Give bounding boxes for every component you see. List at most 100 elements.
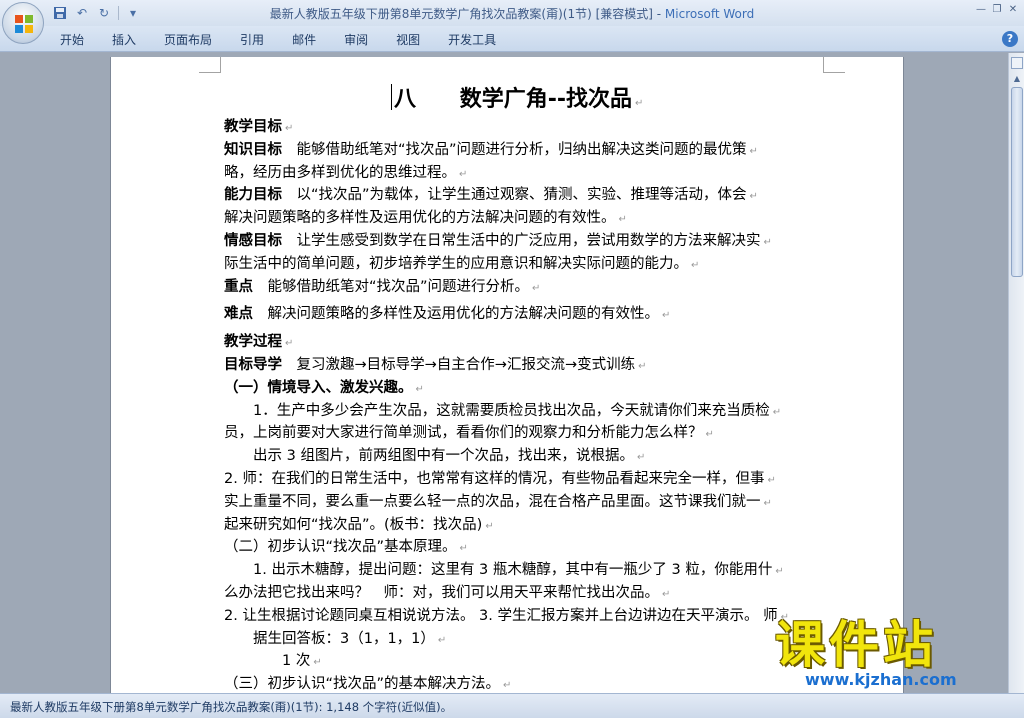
tab-references[interactable]: 引用 [226,31,278,49]
document-line: 难点 解决问题策略的多样性及运用优化的方法解决问题的有效性。 ↵ [224,304,824,327]
return-mark: ↵ [749,145,758,157]
return-mark: ↵ [767,474,776,486]
watermark-url: www.kjzhan.com [805,670,957,689]
document-line: 2. 让生根据讨论题同桌互相说说方法。 3. 学生汇报方案并上台边讲边在天平演示… [224,606,824,629]
bold-label: 能力目标 [224,187,282,204]
vertical-scrollbar[interactable]: ▲ [1008,53,1024,693]
bold-label: 目标导学 [224,356,282,373]
document-line: 员，上岗前要对大家进行简单测试，看看你们的观察力和分析能力怎么样？ ↵ [224,423,824,446]
return-mark: ↵ [772,406,782,418]
scroll-thumb[interactable] [1011,87,1023,277]
line-text: 出示 3 组图片，前两组图中有一个次品，找出来，说根据。 [224,448,634,465]
line-text: 起来研究如何“找次品”。(板书：找次品) [224,516,483,533]
line-text: 1 次 [224,653,311,670]
document-line: 目标导学 复习激趣→目标导学→自主合作→汇报交流→变式训练 ↵ [224,355,824,378]
document-line: 起来研究如何“找次品”。(板书：找次品) ↵ [224,515,824,538]
bold-label: 难点 [224,306,253,323]
document-line: 教学过程 ↵ [224,332,824,355]
line-text: 际生活中的简单问题，初步培养学生的应用意识和解决实际问题的能力。 [224,255,688,272]
view-ruler-icon[interactable] [1011,57,1023,69]
line-text: 能够借助纸笔对“找次品”问题进行分析。 [253,278,530,295]
return-mark: ↵ [437,634,447,646]
window-title: 最新人教版五年级下册第8单元数学广角找次品教案(甭)(1节) [兼容模式] - … [0,5,1024,22]
tab-home[interactable]: 开始 [46,31,98,49]
tab-page-layout[interactable]: 页面布局 [150,31,226,49]
ribbon-tabs: 开始 插入 页面布局 引用 邮件 审阅 视图 开发工具 [46,31,510,49]
close-icon[interactable]: ✕ [1006,2,1020,16]
tab-insert[interactable]: 插入 [98,31,150,49]
heading-number: 八 [394,87,417,112]
line-text: 2. 让生根据讨论题同桌互相说说方法。 3. 学生汇报方案并上台边讲边在天平演示… [224,607,778,624]
bold-label: 重点 [224,278,253,295]
return-mark: ↵ [749,191,758,203]
document-line: 1 次 ↵ [224,651,824,674]
document-line: 情感目标 让学生感受到数学在日常生活中的广泛应用，尝试用数学的方法来解决实 ↵ [224,231,824,254]
line-text: 解决问题策略的多样性及运用优化的方法解决问题的有效性。 [253,306,659,323]
return-mark: ↵ [485,520,494,532]
ribbon: 开始 插入 页面布局 引用 邮件 审阅 视图 开发工具 ? [0,26,1024,52]
line-text: 1．生产中多少会产生次品，这就需要质检员找出次品，今天就请你们来充当质检 [224,402,770,419]
line-text: 复习激趣→目标导学→自主合作→汇报交流→变式训练 [282,356,636,373]
tab-review[interactable]: 审阅 [330,31,382,49]
document-title-text: 最新人教版五年级下册第8单元数学广角找次品教案(甭)(1节) [兼容模式] - [269,7,665,21]
line-text: 2. 师：在我们的日常生活中，也常常有这样的情况，有些物品看起来完全一样，但事 [224,470,765,487]
margin-corner-top-right [823,57,845,73]
return-mark: ↵ [662,310,671,322]
return-mark: ↵ [636,452,646,464]
document-line: 1．生产中多少会产生次品，这就需要质检员找出次品，今天就请你们来充当质检 ↵ [224,401,824,424]
line-text: 员，上岗前要对大家进行简单测试，看看你们的观察力和分析能力怎么样？ [224,425,703,442]
site-watermark: 课件站 www.kjzhan.com [775,618,1003,690]
margin-corner-top-left [199,57,221,73]
office-logo-icon [15,15,33,33]
return-mark: ↵ [705,429,714,441]
return-mark: ↵ [532,282,541,294]
line-text: 能够借助纸笔对“找次品”问题进行分析，归纳出解决这类问题的最优策 [282,141,747,158]
document-line: 能力目标 以“找次品”为载体，让学生通过观察、猜测、实验、推理等活动，体会 ↵ [224,185,824,208]
bold-label: （一）情境导入、激发兴趣。 [224,379,413,396]
tab-mailings[interactable]: 邮件 [278,31,330,49]
return-mark: ↵ [313,657,322,669]
title-bar: ↶ ↻ ▾ 最新人教版五年级下册第8单元数学广角找次品教案(甭)(1节) [兼容… [0,0,1024,26]
watermark-logo-text: 课件站 [775,616,937,674]
line-text: 略，经历由多样到优化的思维过程。 [224,164,456,181]
bold-label: 教学目标 [224,119,282,135]
document-page[interactable]: 八 数学广角--找次品 ↵ 教学目标 ↵ 知识目标 能够借助纸笔对“找次品”问题进行分… [110,57,904,693]
help-icon[interactable]: ? [1002,31,1018,47]
document-area: 八 数学广角--找次品 ↵ 教学目标 ↵ 知识目标 能够借助纸笔对“找次品”问题进行分… [0,53,1008,693]
line-text: 实上重量不同，要么重一点要么轻一点的次品，混在合格产品里面。这节课我们就一 [224,493,761,510]
return-mark: ↵ [775,566,784,578]
return-mark: ↵ [662,588,671,600]
document-line: 实上重量不同，要么重一点要么轻一点的次品，混在合格产品里面。这节课我们就一 ↵ [224,492,824,515]
return-mark: ↵ [459,168,468,180]
document-line: 1. 出示木糖醇，提出问题：这里有 3 瓶木糖醇，其中有一瓶少了 3 粒，你能用… [224,560,824,583]
document-line: （二）初步认识“找次品”基本原理。 ↵ [224,537,824,560]
return-mark: ↵ [415,383,424,395]
line-text: 据生回答板：3（1，1，1） [224,630,435,647]
document-line: 出示 3 组图片，前两组图中有一个次品，找出来，说根据。 ↵ [224,446,824,469]
line-text: 么办法把它找出来吗？ 师：对，我们可以用天平来帮忙找出次品。 [224,584,659,601]
return-mark: ↵ [638,360,647,372]
document-line: 略，经历由多样到优化的思维过程。 ↵ [224,163,824,186]
document-line: 解决问题策略的多样性及运用优化的方法解决问题的有效性。 ↵ [224,208,824,231]
return-mark: ↵ [285,338,294,350]
tab-developer[interactable]: 开发工具 [434,31,510,49]
document-line: 据生回答板：3（1，1，1） ↵ [224,629,824,652]
document-line: 么办法把它找出来吗？ 师：对，我们可以用天平来帮忙找出次品。 ↵ [224,583,824,606]
document-line: （一）情境导入、激发兴趣。 ↵ [224,378,824,401]
bold-label: 知识目标 [224,141,282,158]
restore-icon[interactable]: ❐ [990,2,1004,16]
document-heading: 八 数学广角--找次品 ↵ [391,81,643,113]
tab-view[interactable]: 视图 [382,31,434,49]
line-text: （三）初步认识“找次品”的基本解决方法。 [224,676,501,693]
document-line: 重点 能够借助纸笔对“找次品”问题进行分析。 ↵ [224,277,824,300]
return-mark: ↵ [459,543,468,555]
document-line: 教学目标 ↵ [224,117,824,140]
line-text: （二）初步认识“找次品”基本原理。 [224,539,457,556]
line-text: 让学生感受到数学在日常生活中的广泛应用，尝试用数学的方法来解决实 [282,232,761,249]
office-button[interactable] [2,2,44,44]
bold-label: 情感目标 [224,232,282,249]
minimize-icon[interactable]: — [974,2,988,16]
line-text: 以“找次品”为载体，让学生通过观察、猜测、实验、推理等活动，体会 [282,187,747,204]
scroll-up-icon[interactable]: ▲ [1011,73,1023,85]
document-body: 教学目标 ↵ 知识目标 能够借助纸笔对“找次品”问题进行分析，归纳出解决这类问题的最… [224,117,824,693]
